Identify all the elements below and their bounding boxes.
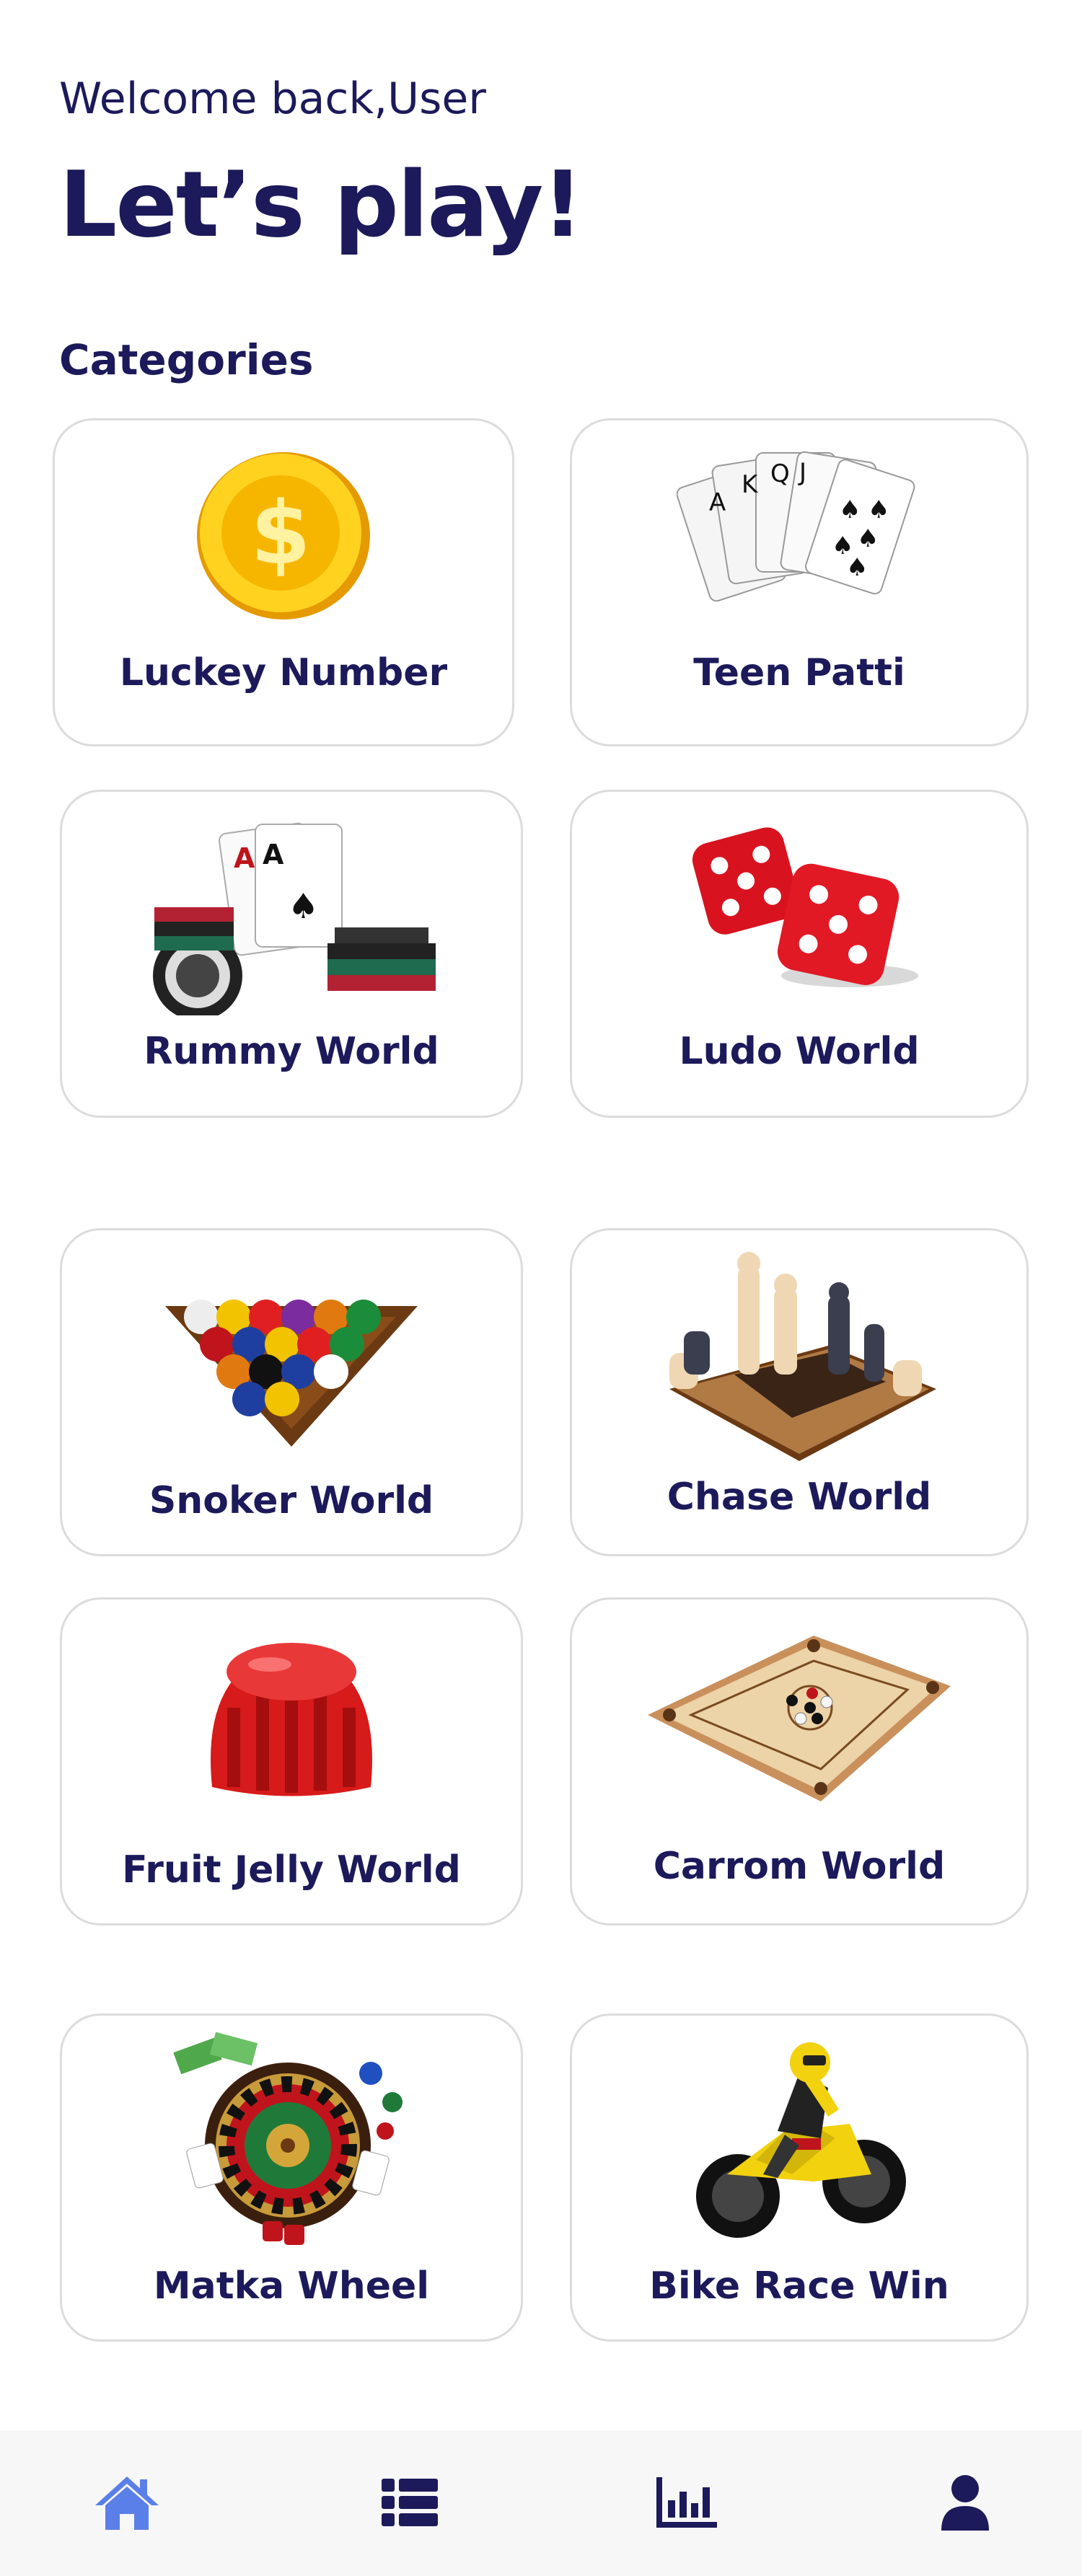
user-icon — [941, 2475, 989, 2531]
svg-text:A: A — [234, 842, 255, 874]
cards-and-chips-icon: A A ♠ — [153, 822, 436, 1015]
svg-text:♠: ♠ — [846, 553, 868, 582]
svg-text:A: A — [263, 839, 284, 870]
billiard-balls-icon — [165, 1300, 418, 1447]
svg-text:♠: ♠ — [868, 495, 889, 524]
jelly-icon — [211, 1643, 372, 1796]
category-card-teen-patti[interactable]: ♠ ♠ ♠ ♠ ♠ AKQJ Teen Patti — [570, 418, 1029, 746]
category-card-snoker-world[interactable]: Snoker World — [60, 1228, 523, 1556]
motorbike-icon — [696, 2042, 906, 2238]
nav-home-button[interactable] — [84, 2459, 170, 2546]
svg-text:Q: Q — [770, 459, 790, 488]
category-label: Ludo World — [679, 1030, 920, 1073]
gold-coin-icon: $ — [197, 452, 370, 619]
home-icon — [95, 2476, 159, 2530]
welcome-text: Welcome back,User — [59, 74, 486, 124]
category-card-matka-wheel[interactable]: Matka Wheel — [60, 2013, 523, 2342]
category-label: Matka Wheel — [153, 2264, 430, 2308]
page-title: Let’s play! — [59, 151, 584, 257]
nav-stats-button[interactable] — [643, 2459, 730, 2546]
category-label: Fruit Jelly World — [122, 1848, 461, 1892]
chart-icon — [656, 2477, 717, 2528]
categories-heading: Categories — [59, 335, 314, 384]
category-card-luckey-number[interactable]: $ Luckey Number — [53, 418, 514, 746]
category-label: Luckey Number — [119, 651, 448, 694]
category-label: Carrom World — [653, 1845, 946, 1888]
category-label: Chase World — [667, 1476, 932, 1519]
svg-text:K: K — [742, 470, 759, 499]
dice-icon — [692, 827, 918, 987]
category-label: Bike Race Win — [649, 2264, 949, 2308]
category-card-carrom-world[interactable]: Carrom World — [570, 1597, 1029, 1926]
svg-text:A: A — [709, 488, 726, 517]
svg-text:♠: ♠ — [857, 524, 879, 553]
bottom-navigation — [0, 2430, 1082, 2576]
svg-text:♠: ♠ — [288, 886, 319, 927]
svg-text:$: $ — [250, 484, 311, 584]
category-label: Snoker World — [149, 1479, 434, 1522]
category-label: Rummy World — [144, 1030, 439, 1073]
chess-board-icon — [669, 1252, 936, 1461]
nav-profile-button[interactable] — [922, 2459, 1008, 2546]
category-card-rummy-world[interactable]: A A ♠ Rummy World — [60, 790, 523, 1118]
svg-text:♠: ♠ — [839, 495, 861, 524]
category-card-bike-race-win[interactable]: Bike Race Win — [570, 2013, 1029, 2342]
nav-list-button[interactable] — [366, 2459, 453, 2546]
category-label: Teen Patti — [693, 651, 905, 694]
category-card-ludo-world[interactable]: Ludo World — [570, 790, 1029, 1118]
list-icon — [382, 2479, 438, 2526]
svg-text:J: J — [798, 458, 806, 487]
roulette-wheel-icon — [173, 2032, 403, 2245]
carrom-board-icon — [648, 1636, 951, 1801]
playing-cards-icon: ♠♠♠ ♠♠ AK Q J — [677, 451, 915, 602]
category-card-chase-world[interactable]: Chase World — [570, 1228, 1029, 1556]
category-card-fruit-jelly-world[interactable]: Fruit Jelly World — [60, 1597, 523, 1926]
